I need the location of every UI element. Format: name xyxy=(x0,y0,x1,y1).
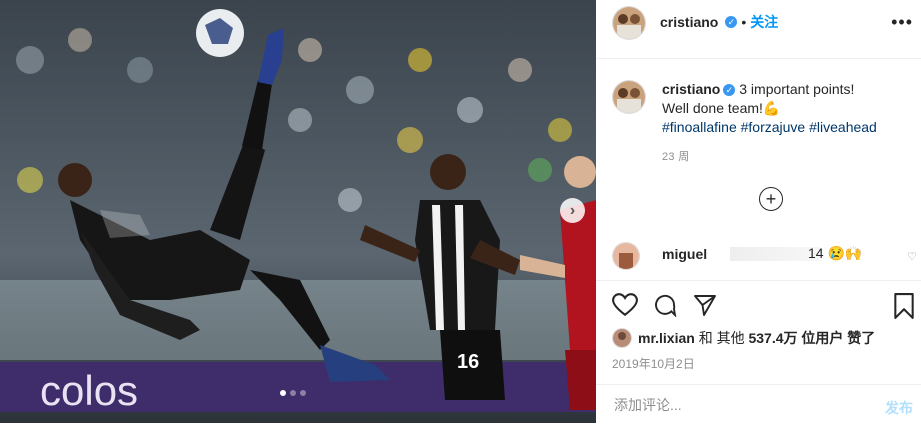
likes-connector: 和 其他 xyxy=(698,330,745,346)
avatar-image xyxy=(613,81,645,113)
carousel-dot xyxy=(290,390,296,396)
ellipsis-icon[interactable]: ••• xyxy=(891,12,913,33)
carousel-dot xyxy=(300,390,306,396)
carousel-indicator xyxy=(280,390,306,396)
comment-like-heart-icon[interactable]: ♡ xyxy=(907,250,917,263)
action-bar xyxy=(596,280,921,331)
chevron-right-icon: › xyxy=(569,201,576,219)
comment-bubble-icon[interactable] xyxy=(652,293,678,317)
likes-suffix: 位用户 赞了 xyxy=(801,330,876,346)
comment-text: 14 😢🙌 xyxy=(808,245,863,261)
header-author-row: cristiano ✓ • 关注 xyxy=(660,12,778,32)
plus-icon: + xyxy=(765,188,777,209)
add-comment-bar: 发布 xyxy=(596,384,921,424)
hashtag-link[interactable]: #liveahead xyxy=(809,119,877,135)
caption-author-username[interactable]: cristiano xyxy=(662,81,720,97)
jersey-number: 16 xyxy=(457,351,479,373)
verified-badge-icon: ✓ xyxy=(723,84,736,96)
commenter-username[interactable]: miguel xyxy=(662,246,707,262)
author-username[interactable]: cristiano xyxy=(660,14,718,30)
hashtag-link[interactable]: #finoallafine xyxy=(662,119,737,135)
avatar-image xyxy=(613,7,645,39)
football-action-photo: colos 16 xyxy=(0,0,596,423)
comment-redacted-text xyxy=(730,247,820,261)
caption-line-2: Well done team!💪 xyxy=(662,100,781,116)
commenter-avatar[interactable] xyxy=(612,242,640,270)
carousel-dot xyxy=(280,390,286,396)
banner-text: colos xyxy=(40,367,138,414)
post-details-panel: cristiano ✓ • 关注 ••• cristiano ✓ 3 import… xyxy=(596,0,921,423)
caption-age[interactable]: 23 周 xyxy=(662,148,690,164)
avatar-image xyxy=(613,329,631,347)
separator-dot: • xyxy=(741,14,747,30)
liked-by-username[interactable]: mr.lixian xyxy=(638,330,695,346)
post-comment-button[interactable]: 发布 xyxy=(885,398,913,418)
likes-count[interactable]: 537.4万 xyxy=(748,330,797,346)
verified-badge-icon: ✓ xyxy=(725,16,738,28)
post-header: cristiano ✓ • 关注 ••• xyxy=(596,0,921,59)
caption: cristiano ✓ 3 important points! Well done… xyxy=(662,80,912,137)
follow-button[interactable]: 关注 xyxy=(750,12,778,32)
carousel-next-button[interactable]: › xyxy=(560,198,585,223)
post-date[interactable]: 2019年10月2日 xyxy=(612,355,695,372)
author-avatar[interactable] xyxy=(612,6,646,40)
caption-author-avatar[interactable] xyxy=(612,80,646,114)
likes-summary: mr.lixian 和 其他 537.4万 位用户 赞了 xyxy=(612,328,875,348)
save-bookmark-icon[interactable] xyxy=(893,293,915,319)
comment-item: miguel 14 😢🙌 xyxy=(612,240,912,276)
like-heart-icon[interactable] xyxy=(612,293,638,317)
add-comment-input[interactable] xyxy=(612,396,866,414)
caption-line-1: 3 important points! xyxy=(739,81,855,97)
share-paper-plane-icon[interactable] xyxy=(692,293,718,317)
load-more-comments-button[interactable]: + xyxy=(759,187,783,211)
avatar-image xyxy=(613,243,639,269)
liker-avatar[interactable] xyxy=(612,328,632,348)
post-photo[interactable]: colos 16 › xyxy=(0,0,596,423)
hashtag-link[interactable]: #forzajuve xyxy=(741,119,806,135)
